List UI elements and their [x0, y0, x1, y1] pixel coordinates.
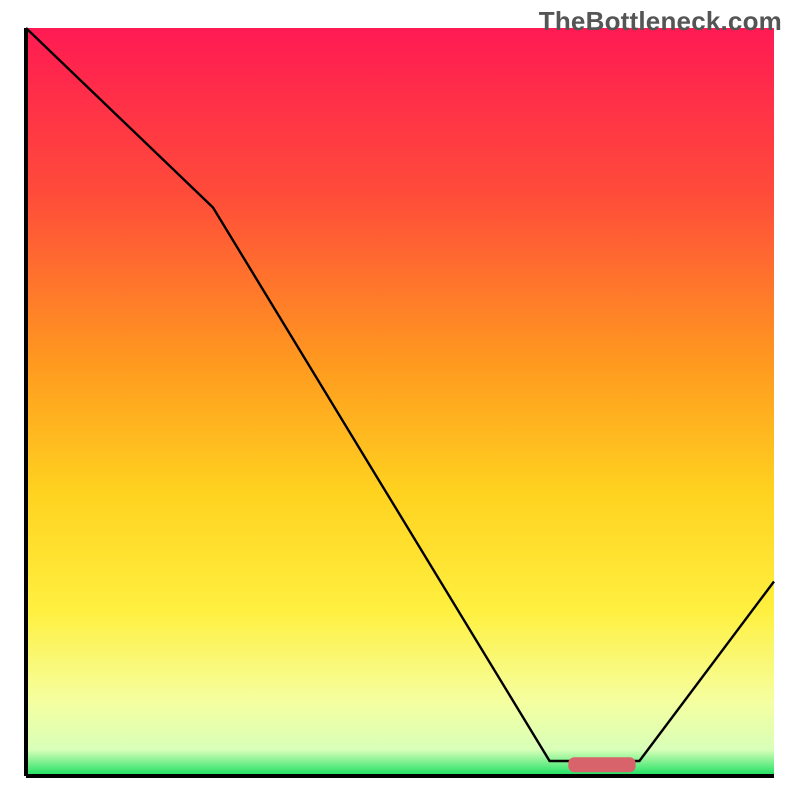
bottleneck-chart: TheBottleneck.com [0, 0, 800, 800]
plot-background [26, 28, 774, 776]
chart-svg [0, 0, 800, 800]
optimum-marker [568, 757, 635, 772]
watermark-text: TheBottleneck.com [539, 6, 782, 37]
